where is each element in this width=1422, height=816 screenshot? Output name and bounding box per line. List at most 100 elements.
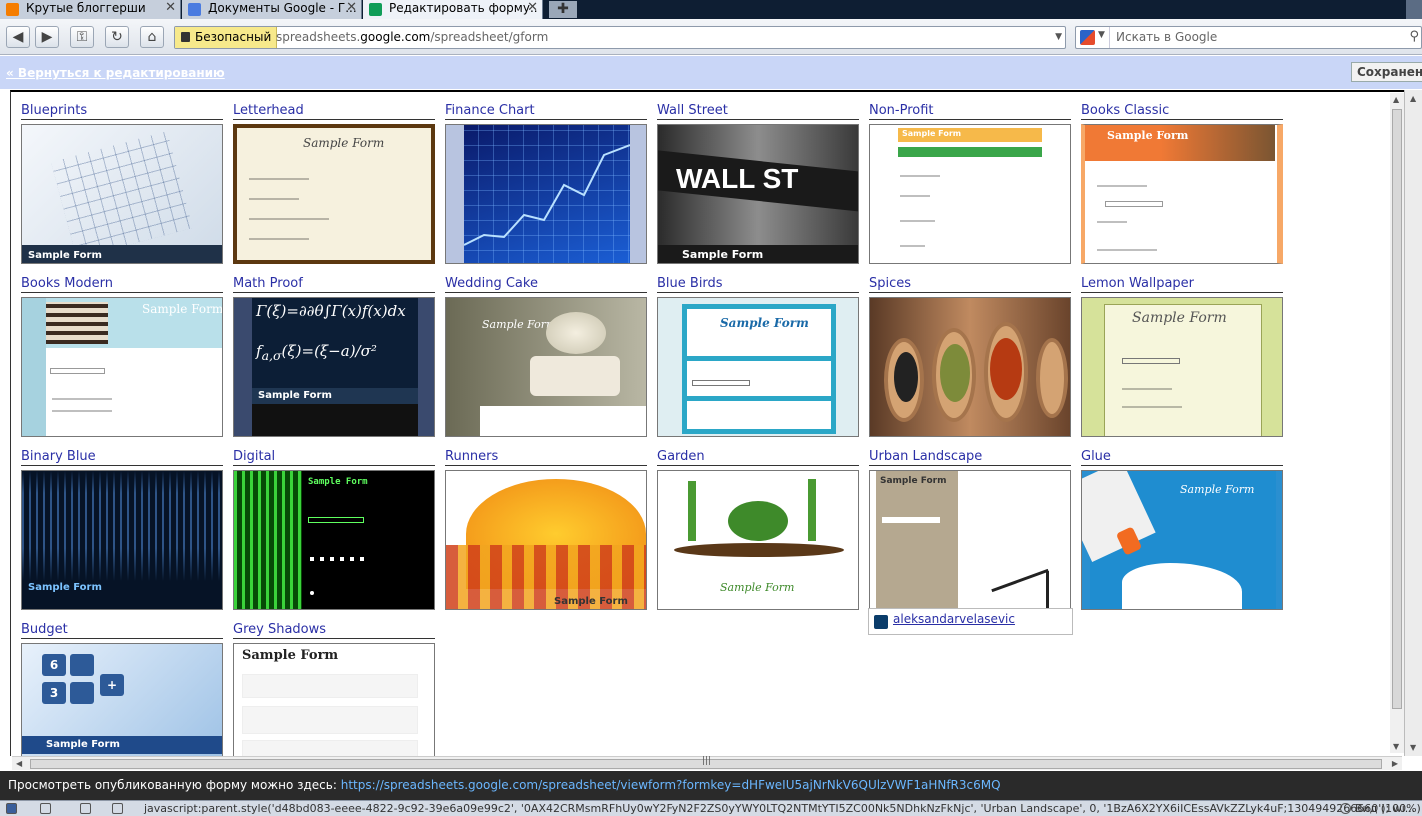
chevron-down-icon[interactable]: ▼ [1055, 27, 1062, 48]
theme-glue[interactable]: Glue Sample Form [1081, 448, 1283, 613]
theme-title[interactable]: Wedding Cake [445, 275, 647, 293]
zoom-label[interactable]: Вид (100%) [1355, 802, 1421, 815]
close-icon[interactable]: ✕ [165, 0, 176, 15]
close-icon[interactable]: ✕ [346, 0, 357, 15]
theme-thumbnail[interactable]: Sample Form [1081, 124, 1283, 264]
theme-digital[interactable]: Digital Sample Form [233, 448, 435, 613]
reload-button[interactable]: ↻ [105, 26, 129, 48]
theme-budget[interactable]: Budget 6 3 + Sample Form [21, 621, 223, 756]
back-to-edit-link[interactable]: « Вернуться к редактированию [6, 66, 225, 80]
theme-garden[interactable]: Garden Sample Form [657, 448, 859, 613]
theme-thumbnail[interactable]: Sample Form [657, 470, 859, 610]
theme-thumbnail[interactable]: Sample Form [869, 470, 1071, 610]
theme-thumbnail[interactable]: Sample Form [233, 124, 435, 264]
theme-books-classic[interactable]: Books Classic Sample Form [1081, 102, 1283, 267]
zoom-icon[interactable] [1340, 803, 1351, 814]
horizontal-scrollbar[interactable]: ◀ ||| ▶ [12, 756, 1402, 770]
block-icon[interactable] [112, 803, 123, 814]
theme-grey-shadows[interactable]: Grey Shadows Sample Form [233, 621, 435, 756]
theme-blue-birds[interactable]: Blue Birds Sample Form [657, 275, 859, 440]
theme-urban-landscape[interactable]: Urban Landscape Sample Form [869, 448, 1071, 613]
theme-thumbnail[interactable]: Γ(ξ)=∂∂θ∫Γ(x)f(x)dx fa,σ(ξ)=(ξ−a)/σ² Sam… [233, 297, 435, 437]
theme-thumbnail[interactable]: Sample Form [445, 297, 647, 437]
tools-icon[interactable] [80, 803, 91, 814]
theme-title[interactable]: Wall Street [657, 102, 859, 120]
theme-books-modern[interactable]: Books Modern Sample Form [21, 275, 223, 440]
theme-title[interactable]: Blue Birds [657, 275, 859, 293]
back-button[interactable]: ◀ [6, 26, 30, 48]
theme-blueprints[interactable]: Blueprints Sample Form [21, 102, 223, 267]
theme-thumbnail[interactable] [869, 297, 1071, 437]
theme-title[interactable]: Math Proof [233, 275, 435, 293]
theme-title[interactable]: Glue [1081, 448, 1283, 466]
tab-google-docs[interactable]: Документы Google - Г... ✕ [182, 0, 362, 19]
theme-thumbnail[interactable] [445, 124, 647, 264]
theme-wall-street[interactable]: Wall Street WALL ST Sample Form [657, 102, 859, 267]
theme-math-proof[interactable]: Math Proof Γ(ξ)=∂∂θ∫Γ(x)f(x)dx fa,σ(ξ)=(… [233, 275, 435, 440]
scroll-up-icon[interactable]: ▲ [1393, 95, 1399, 104]
forward-button[interactable]: ▶ [35, 26, 59, 48]
theme-thumbnail[interactable]: Sample Form [657, 297, 859, 437]
scroll-left-icon[interactable]: ◀ [16, 759, 22, 768]
theme-thumbnail[interactable]: WALL ST Sample Form [657, 124, 859, 264]
new-tab-button[interactable]: ✚ [549, 1, 577, 18]
url-text[interactable]: spreadsheets.google.com/spreadsheet/gfor… [276, 27, 548, 48]
scroll-down-icon[interactable]: ▼ [1393, 742, 1399, 751]
theme-title[interactable]: Blueprints [21, 102, 223, 120]
theme-title[interactable]: Runners [445, 448, 647, 466]
author-link[interactable]: aleksandarvelasevic [893, 612, 1015, 626]
theme-non-profit[interactable]: Non-Profit Sample Form [869, 102, 1071, 267]
search-input[interactable]: Искать в Google [1116, 27, 1217, 48]
theme-binary-blue[interactable]: Binary Blue Sample Form [21, 448, 223, 613]
theme-thumbnail[interactable]: Sample Form [1081, 470, 1283, 610]
theme-title[interactable]: Lemon Wallpaper [1081, 275, 1283, 293]
address-bar[interactable]: Безопасный spreadsheets.google.com/sprea… [174, 26, 1066, 49]
theme-runners[interactable]: Runners Sample Form [445, 448, 647, 613]
vertical-scrollbar[interactable]: ▲ ▼ [1390, 93, 1404, 753]
theme-title[interactable]: Books Classic [1081, 102, 1283, 120]
theme-title[interactable]: Finance Chart [445, 102, 647, 120]
tab-edit-form[interactable]: Редактировать форму... ✕ [363, 0, 543, 19]
scroll-down-icon[interactable]: ▼ [1410, 743, 1416, 752]
panel-icon[interactable] [6, 803, 17, 814]
published-form-link[interactable]: https://spreadsheets.google.com/spreadsh… [341, 778, 1001, 792]
theme-thumbnail[interactable]: Sample Form [445, 470, 647, 610]
theme-thumbnail[interactable]: Sample Form [21, 470, 223, 610]
scrollbar-thumb[interactable] [1392, 109, 1402, 709]
search-engine-selector[interactable]: ▼ [1076, 27, 1110, 48]
theme-wedding-cake[interactable]: Wedding Cake Sample Form [445, 275, 647, 440]
theme-thumbnail[interactable]: 6 3 + Sample Form [21, 643, 223, 756]
theme-letterhead[interactable]: Letterhead Sample Form [233, 102, 435, 267]
theme-thumbnail[interactable]: Sample Form [233, 643, 435, 756]
theme-title[interactable]: Grey Shadows [233, 621, 435, 639]
theme-thumbnail[interactable]: Sample Form [21, 297, 223, 437]
search-box[interactable]: ▼ Искать в Google ⚲ [1075, 26, 1422, 49]
theme-title[interactable]: Binary Blue [21, 448, 223, 466]
page-scrollbar[interactable]: ▲ ▼ [1404, 90, 1422, 756]
theme-title[interactable]: Spices [869, 275, 1071, 293]
close-icon[interactable]: ✕ [527, 0, 538, 15]
theme-thumbnail[interactable]: Sample Form [1081, 297, 1283, 437]
theme-title[interactable]: Letterhead [233, 102, 435, 120]
search-icon[interactable]: ⚲ [1409, 29, 1419, 44]
theme-title[interactable]: Garden [657, 448, 859, 466]
theme-thumbnail[interactable]: Sample Form [869, 124, 1071, 264]
theme-title[interactable]: Budget [21, 621, 223, 639]
window-menu-icon[interactable] [1406, 0, 1422, 19]
theme-title[interactable]: Non-Profit [869, 102, 1071, 120]
theme-title[interactable]: Books Modern [21, 275, 223, 293]
theme-title[interactable]: Digital [233, 448, 435, 466]
theme-spices[interactable]: Spices [869, 275, 1071, 440]
key-icon[interactable]: ⚿ [70, 26, 94, 48]
saved-button[interactable]: Сохранено [1351, 62, 1422, 82]
theme-lemon-wallpaper[interactable]: Lemon Wallpaper Sample Form [1081, 275, 1283, 440]
scroll-right-icon[interactable]: ▶ [1392, 759, 1398, 768]
tab-blogger[interactable]: Крутые блоггерши ✕ [0, 0, 181, 19]
theme-finance-chart[interactable]: Finance Chart [445, 102, 647, 267]
theme-thumbnail[interactable]: Sample Form [21, 124, 223, 264]
home-button[interactable]: ⌂ [140, 26, 164, 48]
sync-icon[interactable] [40, 803, 51, 814]
secure-indicator[interactable]: Безопасный [175, 27, 278, 48]
theme-title[interactable]: Urban Landscape [869, 448, 1071, 466]
theme-thumbnail[interactable]: Sample Form [233, 470, 435, 610]
